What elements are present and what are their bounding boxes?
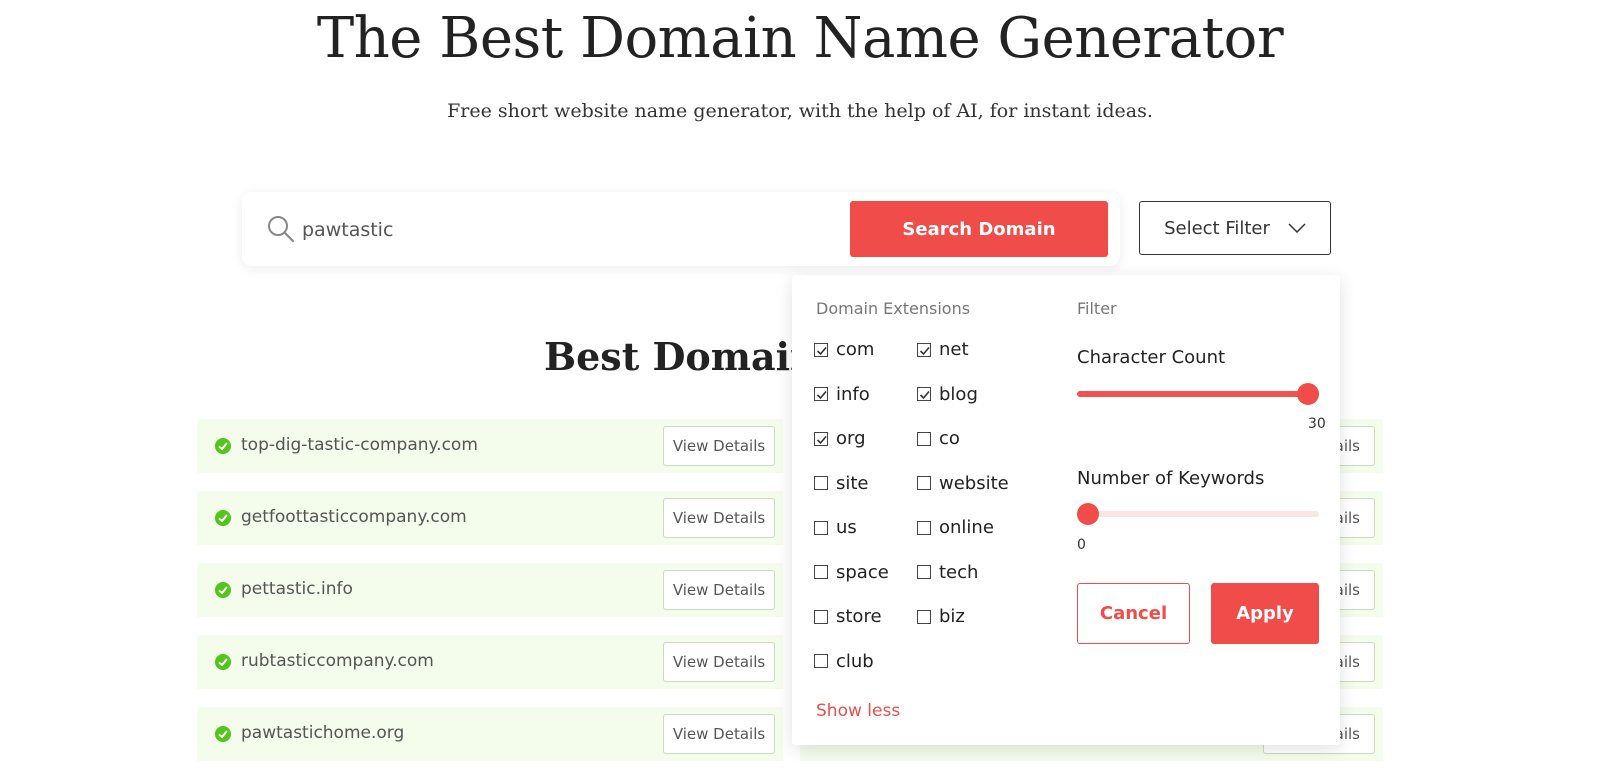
extension-option-blog[interactable]: blog: [917, 384, 978, 405]
extensions-heading: Domain Extensions: [816, 299, 971, 318]
search-icon: [268, 216, 295, 243]
domain-name: top-dig-tastic-company.com: [241, 435, 478, 455]
character-count-fill: [1077, 391, 1319, 397]
checkbox[interactable]: [814, 565, 828, 579]
search-card: Search Domain: [242, 192, 1120, 266]
check-circle-icon: [215, 654, 231, 670]
check-circle-icon: [215, 726, 231, 742]
result-row: top-dig-tastic-company.com View Details: [197, 419, 783, 473]
checkbox[interactable]: [917, 565, 931, 579]
character-count-label: Character Count: [1077, 347, 1226, 368]
extension-label: store: [836, 606, 882, 627]
filter-dropdown: Domain Extensions Filter com net info blog o…: [792, 275, 1340, 745]
page-subtitle: Free short website name generator, with …: [447, 100, 1153, 122]
extension-option-store[interactable]: store: [814, 606, 882, 627]
extension-option-us[interactable]: us: [814, 517, 857, 538]
extension-label: website: [939, 472, 1009, 494]
extension-label: club: [836, 650, 874, 672]
domain-name: pettastic.info: [241, 579, 353, 599]
view-details-button[interactable]: View Details: [663, 570, 775, 610]
keywords-value: 0: [1077, 537, 1086, 553]
character-count-slider[interactable]: [1077, 383, 1319, 405]
check-circle-icon: [215, 510, 231, 526]
checkbox[interactable]: [917, 609, 931, 624]
extension-label: net: [939, 339, 969, 360]
show-less-link[interactable]: Show less: [816, 701, 900, 721]
view-details-button[interactable]: View Details: [663, 498, 775, 538]
extension-option-space[interactable]: space: [814, 562, 889, 583]
result-row: getfoottasticcompany.com View Details: [197, 491, 783, 545]
extension-label: com: [836, 339, 875, 360]
extension-label: info: [836, 383, 870, 405]
extension-option-site[interactable]: site: [814, 473, 869, 494]
extension-label: biz: [939, 606, 965, 627]
apply-button[interactable]: Apply: [1211, 583, 1319, 644]
extension-option-club[interactable]: club: [814, 651, 874, 672]
checkbox[interactable]: [814, 431, 828, 446]
checkbox[interactable]: [814, 609, 828, 624]
keywords-slider[interactable]: [1077, 503, 1319, 525]
search-domain-button[interactable]: Search Domain: [850, 201, 1108, 257]
checkbox[interactable]: [917, 476, 931, 490]
extension-option-website[interactable]: website: [917, 473, 1009, 494]
extension-label: us: [836, 517, 857, 538]
extension-label: online: [939, 517, 994, 538]
extension-label: space: [836, 561, 889, 583]
checkbox[interactable]: [814, 654, 828, 668]
checkbox[interactable]: [917, 431, 931, 446]
select-filter-label: Select Filter: [1164, 217, 1270, 239]
extension-label: site: [836, 472, 869, 494]
extension-label: tech: [939, 561, 979, 583]
view-details-button[interactable]: View Details: [663, 714, 775, 754]
extension-option-com[interactable]: com: [814, 339, 874, 360]
chevron-down-icon: [1288, 223, 1306, 233]
extension-option-org[interactable]: org: [814, 428, 866, 449]
extension-option-info[interactable]: info: [814, 384, 870, 405]
checkbox[interactable]: [917, 342, 931, 357]
search-input[interactable]: [300, 212, 824, 248]
view-details-button[interactable]: View Details: [663, 426, 775, 466]
result-row: rubtasticcompany.com View Details: [197, 635, 783, 689]
cancel-button[interactable]: Cancel: [1077, 583, 1190, 644]
checkbox[interactable]: [917, 387, 931, 401]
check-circle-icon: [215, 582, 231, 598]
extension-option-online[interactable]: online: [917, 517, 994, 538]
character-count-thumb[interactable]: [1297, 383, 1319, 405]
extension-option-tech[interactable]: tech: [917, 562, 978, 583]
domain-name: getfoottasticcompany.com: [241, 507, 467, 527]
results-list-left: top-dig-tastic-company.com View Details ge…: [197, 419, 783, 779]
extension-label: co: [939, 428, 960, 449]
keywords-thumb[interactable]: [1077, 503, 1099, 525]
keywords-label: Number of Keywords: [1077, 468, 1265, 489]
extension-label: blog: [939, 383, 978, 405]
result-row: pawtastichome.org View Details: [197, 707, 783, 761]
checkbox[interactable]: [814, 476, 828, 490]
checkbox[interactable]: [814, 520, 828, 535]
page-title: The Best Domain Name Generator: [316, 6, 1284, 71]
extension-label: org: [836, 428, 866, 449]
check-circle-icon: [215, 438, 231, 454]
checkbox[interactable]: [917, 520, 931, 535]
domain-name: rubtasticcompany.com: [241, 651, 434, 671]
checkbox[interactable]: [814, 387, 828, 401]
select-filter-button[interactable]: Select Filter: [1139, 201, 1331, 255]
extension-option-co[interactable]: co: [917, 428, 960, 449]
result-row: pettastic.info View Details: [197, 563, 783, 617]
view-details-button[interactable]: View Details: [663, 642, 775, 682]
character-count-value: 30: [1308, 416, 1326, 432]
extension-option-biz[interactable]: biz: [917, 606, 965, 627]
checkbox[interactable]: [814, 342, 828, 357]
filter-heading: Filter: [1077, 299, 1117, 318]
extension-option-net[interactable]: net: [917, 339, 969, 360]
domain-name: pawtastichome.org: [241, 723, 405, 743]
